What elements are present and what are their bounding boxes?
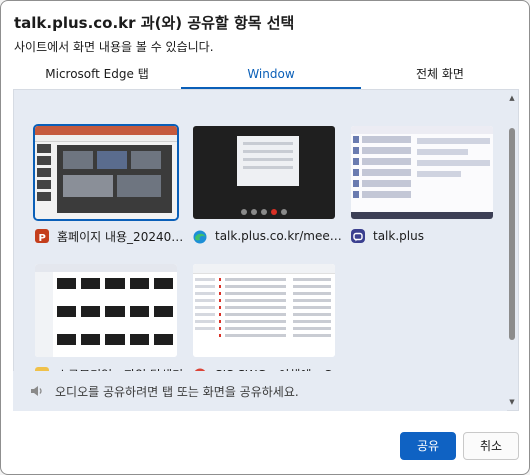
window-list: P 홈페이지 내용_2024093... talk.plus.co.kr/mee… (13, 89, 519, 411)
tab-entire-screen[interactable]: 전체 화면 (361, 63, 519, 89)
window-thumbnail (35, 264, 177, 357)
scroll-up-icon[interactable]: ▲ (508, 94, 516, 102)
window-title: 홈페이지 내용_2024093... (57, 229, 187, 244)
window-title: talk.plus.co.kr/meet/ ... (215, 229, 345, 243)
edge-icon (193, 229, 207, 244)
powerpoint-icon: P (35, 229, 49, 244)
window-thumbnail (33, 124, 179, 221)
svg-text:P: P (39, 233, 46, 244)
audio-info-text: 오디오를 공유하려면 탭 또는 화면을 공유하세요. (55, 384, 299, 399)
window-title: talk.plus (373, 229, 424, 243)
tab-edge-tab[interactable]: Microsoft Edge 탭 (13, 63, 181, 89)
talkplus-icon (351, 229, 365, 243)
tab-window[interactable]: Window (181, 63, 361, 89)
dialog-title: talk.plus.co.kr 과(와) 공유할 항목 선택 (14, 14, 295, 32)
scroll-down-icon[interactable]: ▼ (508, 398, 516, 406)
window-thumbnail (193, 264, 335, 357)
speaker-icon (29, 383, 45, 399)
share-button[interactable]: 공유 (400, 432, 456, 460)
share-dialog: talk.plus.co.kr 과(와) 공유할 항목 선택 사이트에서 화면 … (0, 0, 530, 475)
tab-label: Microsoft Edge 탭 (45, 67, 149, 81)
scrollbar-thumb[interactable] (509, 128, 515, 340)
audio-info: 오디오를 공유하려면 탭 또는 화면을 공유하세요. (13, 371, 507, 411)
tab-label: Window (247, 67, 295, 81)
window-thumbnail (351, 126, 493, 219)
scrollbar[interactable]: ▲ ▼ (508, 94, 516, 406)
window-thumbnail (193, 126, 335, 219)
cancel-button[interactable]: 취소 (463, 432, 519, 460)
dialog-subtitle: 사이트에서 화면 내용을 볼 수 있습니다. (14, 40, 214, 54)
tab-bar: Microsoft Edge 탭 Window 전체 화면 (13, 63, 519, 89)
tab-label: 전체 화면 (416, 67, 464, 81)
